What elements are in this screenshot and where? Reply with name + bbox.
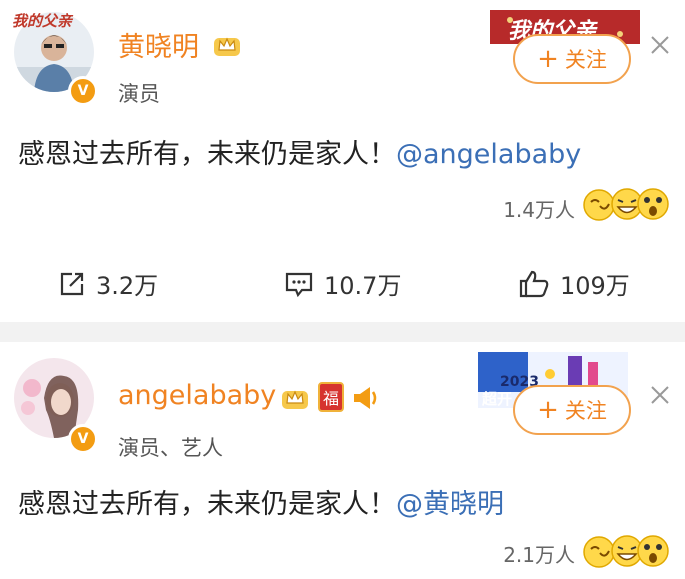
horn-icon [354,387,377,409]
plus-icon: + [537,395,559,425]
reaction-count: 2.1万人 [503,543,575,567]
crown-icon [282,390,308,409]
like-button[interactable]: 109万 [518,266,630,301]
repost-icon [60,272,84,295]
emoji-reaction-icon[interactable] [583,184,669,224]
follow-button[interactable]: + 关注 [513,34,631,84]
fu-badge-icon: 福 [318,382,344,412]
comment-icon [285,272,313,297]
repost-button[interactable]: 3.2万 [58,266,158,301]
post-content: 感恩过去所有，未来仍是家人！@angelababy [18,139,582,170]
username[interactable]: 黄晓明 [118,25,199,64]
user-subtitle: 演员 [118,82,160,106]
crown-icon [214,37,240,56]
verified-icon: V [68,424,98,454]
action-bar: 3.2万 10.7万 109万 [0,258,685,314]
plus-icon: + [537,44,559,74]
like-icon [519,270,549,297]
mention-link[interactable]: @angelababy [396,139,581,170]
post-divider [0,322,685,342]
follow-button[interactable]: + 关注 [513,385,631,435]
user-subtitle: 演员、艺人 [118,436,223,460]
comment-button[interactable]: 10.7万 [284,266,401,301]
avatar-caption: 我的父亲 [12,12,73,30]
verified-icon: V [68,76,98,106]
post-content: 感恩过去所有，未来仍是家人！@黄晓明 [18,489,504,520]
weibo-post-1: 我的父亲 V 黄晓明 演员 我的父亲 + 关注 感恩过去所有，未来仍是家人！@a… [0,0,685,322]
weibo-post-2: V angelababy 福 演员、艺人 2023 超开 + 关注 感恩过去所有… [0,342,685,579]
close-icon[interactable] [649,384,671,406]
reaction-count: 1.4万人 [503,198,575,222]
username[interactable]: angelababy [118,380,276,411]
mention-link[interactable]: @黄晓明 [396,489,504,520]
close-icon[interactable] [649,34,671,56]
emoji-reaction-icon[interactable] [583,531,669,571]
